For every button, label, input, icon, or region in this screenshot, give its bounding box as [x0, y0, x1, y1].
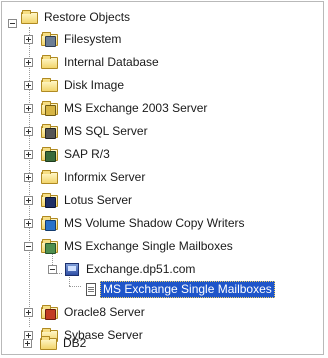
tree-node-ms-exchange-2003-server[interactable]: MS Exchange 2003 Server	[24, 97, 209, 119]
oracle-icon	[41, 304, 59, 320]
host-server-icon	[63, 261, 81, 277]
tree-node-label: MS SQL Server	[64, 123, 148, 138]
sap-icon	[41, 146, 59, 162]
tree-node-sap-r3[interactable]: SAP R/3	[24, 143, 112, 165]
tree-node-label: MS Exchange 2003 Server	[64, 100, 208, 115]
tree-node-selected-mailboxes[interactable]: MS Exchange Single Mailboxes	[82, 278, 275, 300]
folder-icon	[21, 9, 39, 25]
sql-server-icon	[41, 123, 59, 139]
tree-connector	[69, 286, 81, 287]
tree-node-label: Restore Objects	[44, 9, 131, 24]
expand-toggle[interactable]	[24, 103, 33, 113]
expand-toggle[interactable]	[24, 57, 33, 67]
tree-node-exchange-host[interactable]: Exchange.dp51.com	[48, 258, 197, 280]
tree-node-restore-objects[interactable]: Restore Objects	[6, 6, 132, 28]
tree-node-informix-server[interactable]: Informix Server	[24, 166, 147, 188]
document-icon	[82, 281, 97, 297]
expand-toggle[interactable]	[24, 34, 33, 44]
expand-toggle[interactable]	[24, 195, 33, 205]
tree-node-label: Internal Database	[64, 54, 159, 69]
expand-toggle[interactable]	[24, 126, 33, 136]
collapse-toggle[interactable]	[24, 241, 33, 251]
restore-objects-tree: Restore Objects Filesystem Internal Data…	[1, 1, 324, 355]
tree-node-lotus-server[interactable]: Lotus Server	[24, 189, 134, 211]
tree-node-disk-image[interactable]: Disk Image	[24, 74, 126, 96]
collapse-toggle[interactable]	[8, 18, 17, 28]
tree-node-label: MS Volume Shadow Copy Writers	[64, 215, 245, 230]
tree-node-label: Filesystem	[64, 31, 122, 46]
tree-node-label: Lotus Server	[64, 192, 133, 207]
expand-toggle[interactable]	[24, 149, 33, 159]
tree-node-ms-exchange-single-mailboxes[interactable]: MS Exchange Single Mailboxes	[24, 235, 235, 257]
shadow-copy-icon	[41, 215, 59, 231]
tree-node-label: DB2	[63, 335, 87, 350]
tree-node-db2[interactable]: DB2	[23, 332, 88, 354]
tree-node-internal-database[interactable]: Internal Database	[24, 51, 161, 73]
tree-node-oracle8-server[interactable]: Oracle8 Server	[24, 301, 147, 323]
expand-toggle[interactable]	[23, 338, 32, 348]
selected-node-label: MS Exchange Single Mailboxes	[100, 280, 275, 298]
folder-icon	[41, 54, 59, 70]
tree-node-filesystem[interactable]: Filesystem	[24, 28, 123, 50]
expand-toggle[interactable]	[24, 218, 33, 228]
mailbox-folder-icon	[41, 238, 59, 254]
lotus-icon	[41, 192, 59, 208]
expand-toggle[interactable]	[24, 307, 33, 317]
tree-node-label: SAP R/3	[64, 146, 110, 161]
tree-node-label: Informix Server	[64, 169, 146, 184]
tree-node-label: MS Exchange Single Mailboxes	[64, 238, 233, 253]
expand-toggle[interactable]	[24, 80, 33, 90]
tree-node-label: Oracle8 Server	[64, 304, 145, 319]
tree-node-ms-sql-server[interactable]: MS SQL Server	[24, 120, 150, 142]
folder-icon	[40, 335, 58, 351]
collapse-toggle[interactable]	[48, 264, 57, 274]
tree-node-label: Exchange.dp51.com	[86, 261, 196, 276]
folder-icon	[41, 169, 59, 185]
tree-node-label: Disk Image	[64, 77, 125, 92]
filesystem-icon	[41, 31, 59, 47]
tree-node-ms-volume-shadow-copy-writers[interactable]: MS Volume Shadow Copy Writers	[24, 212, 247, 234]
exchange-icon	[41, 100, 59, 116]
expand-toggle[interactable]	[24, 172, 33, 182]
folder-icon	[41, 77, 59, 93]
